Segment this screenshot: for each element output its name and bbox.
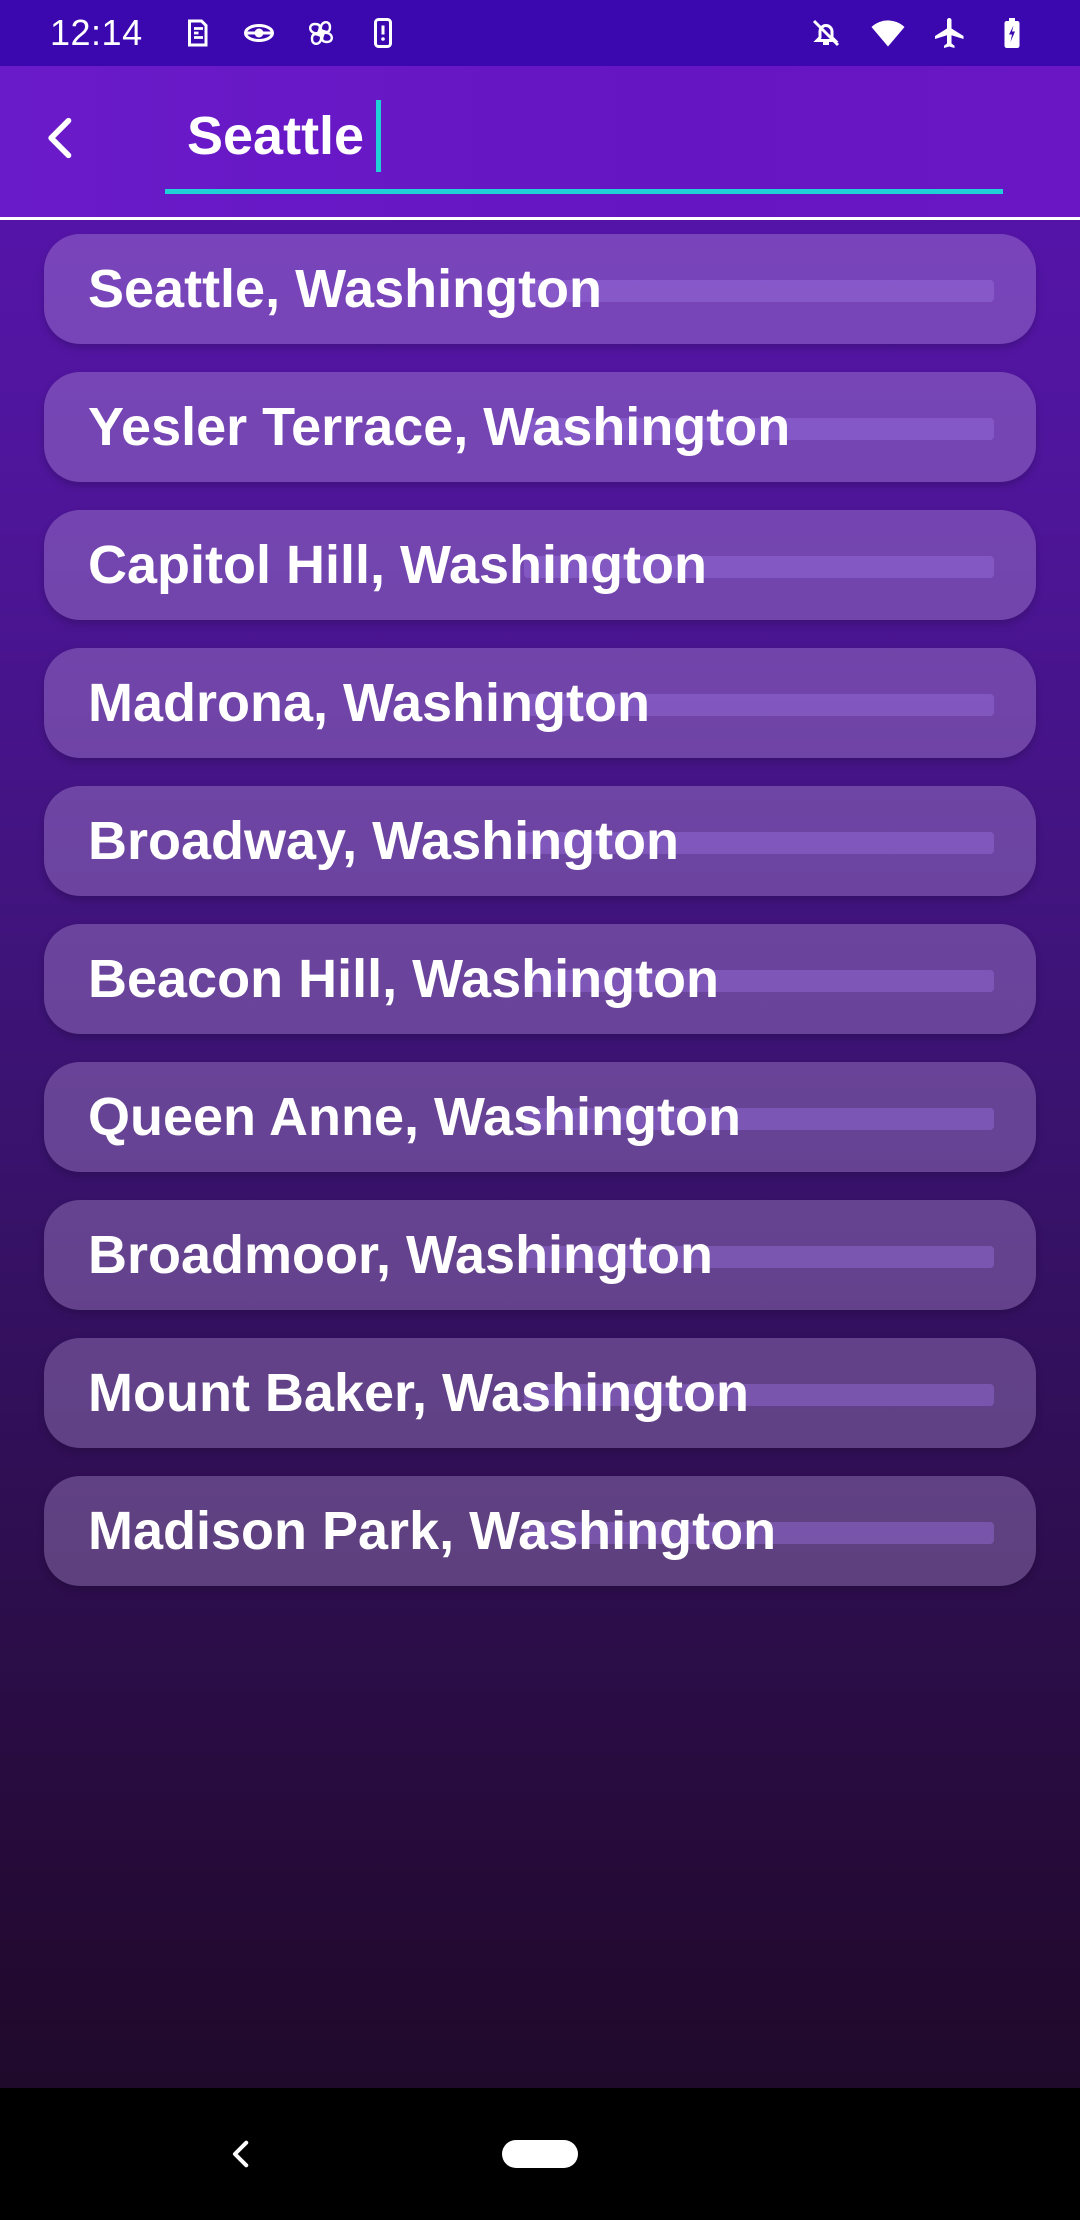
result-item-label: Seattle, Washington [88, 259, 603, 319]
result-item[interactable]: Madison Park, Washington [44, 1476, 1036, 1586]
phone-icon [365, 15, 401, 51]
battery-icon [994, 15, 1030, 51]
text-caret [376, 100, 382, 172]
back-button[interactable] [30, 106, 94, 170]
result-item-label: Madison Park, Washington [88, 1501, 777, 1561]
result-item[interactable]: Capitol Hill, Washington [44, 510, 1036, 620]
search-results-list: Seattle, Washington Yesler Terrace, Wash… [44, 234, 1036, 1614]
result-item[interactable]: Queen Anne, Washington [44, 1062, 1036, 1172]
result-item-label: Broadway, Washington [88, 811, 680, 871]
status-time: 12:14 [50, 12, 143, 53]
system-nav-bar [0, 2088, 1080, 2220]
satellite-icon [241, 15, 277, 51]
wifi-icon [870, 15, 906, 51]
status-right-group [808, 0, 1030, 66]
nav-home-pill[interactable] [502, 2140, 578, 2168]
airplane-icon [932, 15, 968, 51]
result-item-label: Broadmoor, Washington [88, 1225, 713, 1285]
app-bar: Seattle [0, 66, 1080, 220]
fan-icon [303, 15, 339, 51]
result-item-label: Beacon Hill, Washington [88, 949, 720, 1009]
result-item[interactable]: Yesler Terrace, Washington [44, 372, 1036, 482]
search-field[interactable]: Seattle [165, 90, 1003, 194]
result-item-label: Mount Baker, Washington [88, 1363, 749, 1423]
status-bar: 12:14 [0, 0, 1080, 66]
status-left-group: 12:14 [50, 0, 401, 66]
result-item-label: Yesler Terrace, Washington [88, 397, 791, 457]
search-input[interactable]: Seattle [187, 100, 382, 172]
search-input-value: Seattle [187, 106, 365, 166]
result-item[interactable]: Madrona, Washington [44, 648, 1036, 758]
result-item-label: Madrona, Washington [88, 673, 650, 733]
nav-back-button[interactable] [220, 2132, 264, 2176]
back-arrow-icon [48, 117, 72, 159]
result-item[interactable]: Broadway, Washington [44, 786, 1036, 896]
notifications-off-icon [808, 15, 844, 51]
result-item[interactable]: Beacon Hill, Washington [44, 924, 1036, 1034]
nav-back-icon [232, 2140, 249, 2168]
result-item[interactable]: Seattle, Washington [44, 234, 1036, 344]
sim-icon [179, 15, 215, 51]
result-item-label: Queen Anne, Washington [88, 1087, 741, 1147]
result-item[interactable]: Mount Baker, Washington [44, 1338, 1036, 1448]
result-item[interactable]: Broadmoor, Washington [44, 1200, 1036, 1310]
result-item-label: Capitol Hill, Washington [88, 535, 707, 595]
